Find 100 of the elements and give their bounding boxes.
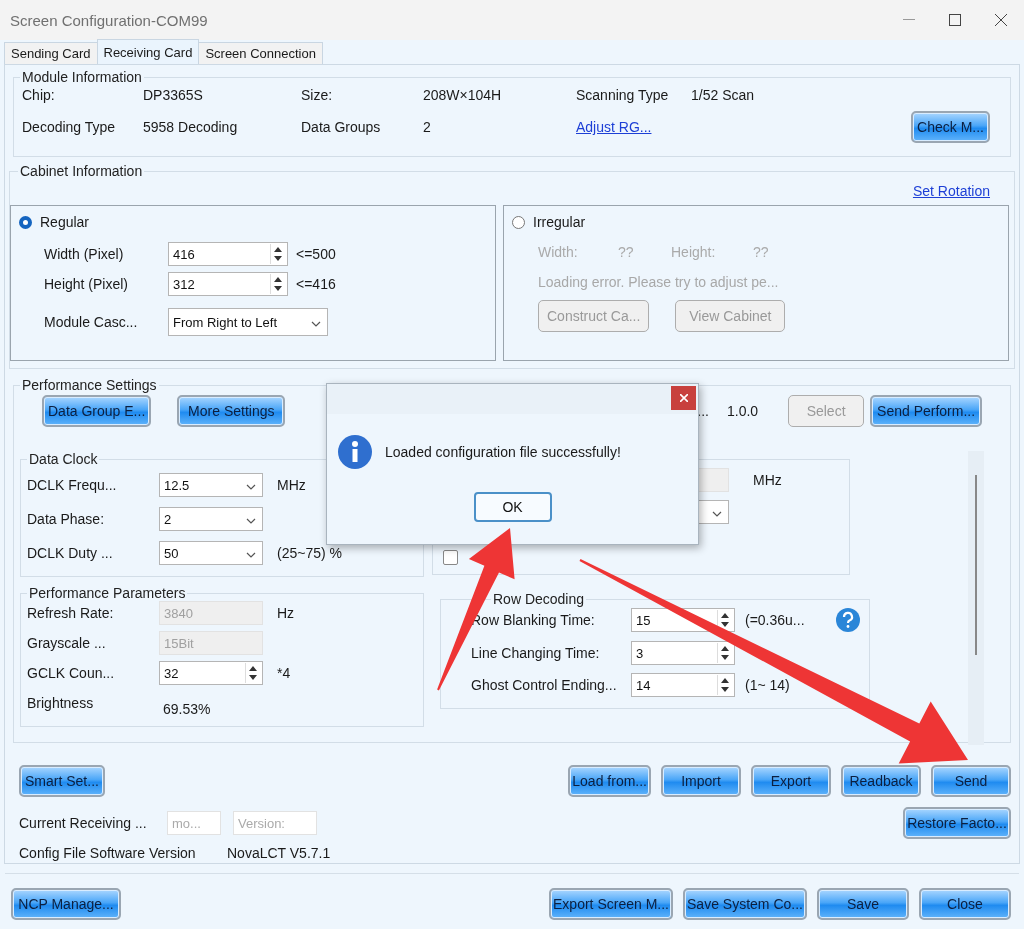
field-value: DP3365S xyxy=(143,87,204,103)
spin-arrows-icon[interactable] xyxy=(717,675,732,695)
field-value: 1/52 Scan xyxy=(691,87,756,103)
field-value: NovaLCT V5.7.1 xyxy=(227,845,331,861)
number-field[interactable]: 312 xyxy=(168,272,288,296)
error-message: Loading error. Please try to adjust pe... xyxy=(538,274,780,290)
field-label: Line Changing Time: xyxy=(471,645,601,661)
field-label: Data Groups xyxy=(301,119,382,135)
limit-text: <=416 xyxy=(296,276,336,292)
cascade-dropdown[interactable]: From Right to Left xyxy=(168,308,328,336)
field-value: ?? xyxy=(618,244,635,260)
action-button[interactable]: Import xyxy=(661,765,741,797)
spin-arrows-icon[interactable] xyxy=(245,663,260,683)
spin-arrows-icon[interactable] xyxy=(270,244,285,264)
field-label: Height: xyxy=(671,244,717,260)
dropdown[interactable]: 50 xyxy=(159,541,263,565)
tab[interactable]: Receiving Card xyxy=(96,39,200,64)
field-value: ?? xyxy=(753,244,770,260)
field-label: Module Casc... xyxy=(44,314,139,330)
dialog-message: Loaded configuration file successfully! xyxy=(385,444,621,460)
field-label: Width (Pixel) xyxy=(44,246,125,262)
action-button[interactable]: Send xyxy=(931,765,1011,797)
smart-settings-button[interactable]: Smart Set... xyxy=(19,765,105,797)
field-label: Grayscale ... xyxy=(27,635,107,651)
spin-arrows-icon[interactable] xyxy=(717,643,732,663)
group-title: Module Information xyxy=(21,69,143,85)
field-label: Config File Software Version xyxy=(19,845,197,861)
dropdown-caret-icon xyxy=(246,483,256,490)
check-button[interactable]: Check M... xyxy=(911,111,990,143)
close-icon[interactable] xyxy=(671,386,696,410)
radio-label: Regular xyxy=(40,214,90,230)
field-label: DCLK Duty ... xyxy=(27,545,114,561)
radio-button[interactable] xyxy=(19,215,32,229)
number-field[interactable]: 14 xyxy=(631,673,735,697)
number-field[interactable]: 416 xyxy=(168,242,288,266)
version-field: Version: xyxy=(233,811,317,835)
dropdown[interactable]: 12.5 xyxy=(159,473,263,497)
unit-text: MHz xyxy=(753,472,782,488)
dropdown-caret-icon xyxy=(246,517,256,524)
group-title: Row Decoding xyxy=(492,591,586,607)
unit-text: MHz xyxy=(277,477,306,493)
ncp-manage-button[interactable]: NCP Manage... xyxy=(11,888,121,920)
field-label: Width: xyxy=(538,244,579,260)
adjust-link[interactable]: Adjust RG... xyxy=(576,119,652,135)
group-title: Data Clock xyxy=(28,451,99,467)
radio-button[interactable] xyxy=(512,215,525,229)
unit-text: Hz xyxy=(277,605,295,621)
field-label: Current Receiving ... xyxy=(19,815,148,831)
field-value: 208W×104H xyxy=(423,87,503,103)
tab[interactable]: Sending Card xyxy=(4,42,98,64)
field-label: Data Phase: xyxy=(27,511,106,527)
footer-button[interactable]: Save xyxy=(817,888,909,920)
dropdown[interactable]: 2 xyxy=(159,507,263,531)
field-label: Ghost Control Ending... xyxy=(471,677,618,693)
footer-button[interactable]: Export Screen M... xyxy=(549,888,673,920)
send-performance-button[interactable]: Send Perform... xyxy=(870,395,983,427)
window-title: Screen Configuration-COM99 xyxy=(10,11,209,29)
tab[interactable]: Screen Connection xyxy=(198,42,323,64)
field-label: Height (Pixel) xyxy=(44,276,130,292)
restore-factory-button[interactable]: Restore Facto... xyxy=(903,807,1011,839)
readonly-field: 15Bit xyxy=(159,631,263,655)
field-label: Decoding Type xyxy=(22,119,117,135)
data-group-button[interactable]: Data Group E... xyxy=(42,395,152,427)
checkbox[interactable] xyxy=(443,550,458,565)
field-value: 2 xyxy=(423,119,432,135)
unit-text: (25~75) % xyxy=(277,545,342,561)
radio-label: Irregular xyxy=(533,214,586,230)
field-label: DCLK Frequ... xyxy=(27,477,118,493)
footer-button[interactable]: Save System Co... xyxy=(683,888,807,920)
help-icon[interactable] xyxy=(834,607,861,633)
readonly-field: 3840 xyxy=(159,601,263,625)
scrollbar[interactable] xyxy=(968,451,984,745)
info-icon xyxy=(337,434,373,470)
action-button[interactable]: Readback xyxy=(841,765,921,797)
ok-button[interactable]: OK xyxy=(473,492,552,522)
footer-button[interactable]: Close xyxy=(919,888,1011,920)
field-value: 5958 Decoding xyxy=(143,119,239,135)
limit-text: <=500 xyxy=(296,246,336,262)
field-label: GCLK Coun... xyxy=(27,665,116,681)
dropdown-caret-icon xyxy=(311,320,321,327)
range-text: (1~ 14) xyxy=(745,677,790,693)
range-text: (=0.36u... xyxy=(745,612,805,628)
unit-text: *4 xyxy=(277,665,291,681)
spin-arrows-icon[interactable] xyxy=(270,274,285,294)
number-field[interactable]: 3 xyxy=(631,641,735,665)
group-title: Cabinet Information xyxy=(19,163,144,179)
model-field: mo... xyxy=(167,811,221,835)
value-text: 69.53% xyxy=(162,701,212,717)
action-button[interactable]: Load from... xyxy=(568,765,651,797)
action-button[interactable]: Export xyxy=(751,765,831,797)
group-title: Performance Settings xyxy=(21,377,158,393)
group-title: Performance Parameters xyxy=(28,585,187,601)
dropdown-caret-icon xyxy=(246,551,256,558)
more-settings-button[interactable]: More Settings xyxy=(177,395,286,427)
field-label: ... xyxy=(697,403,709,419)
field-label: Brightness xyxy=(27,695,95,711)
number-field[interactable]: 32 xyxy=(159,661,263,685)
field-label: Chip: xyxy=(22,87,56,103)
dropdown-caret-icon xyxy=(712,510,722,517)
rotation-link[interactable]: Set Rotation xyxy=(912,183,990,199)
